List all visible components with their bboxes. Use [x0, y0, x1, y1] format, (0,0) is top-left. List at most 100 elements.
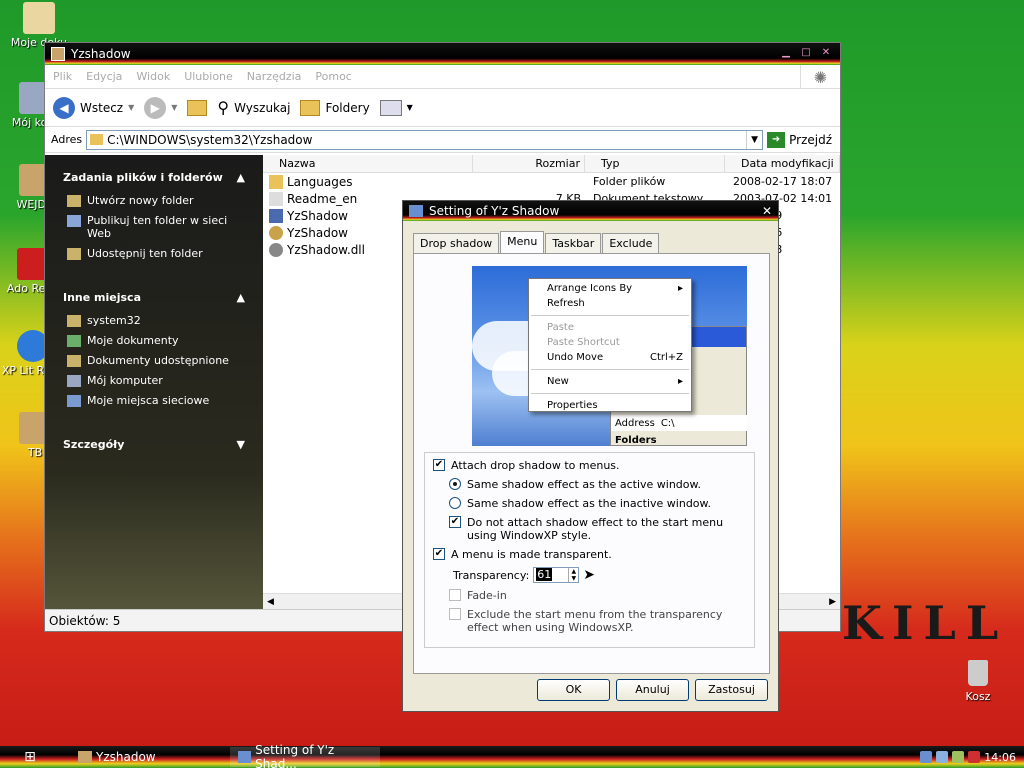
folders-button[interactable]: Foldery: [300, 99, 370, 116]
menu-view[interactable]: Widok: [136, 70, 170, 83]
places-section-header[interactable]: Inne miejsca ▲: [63, 291, 245, 304]
tab-menu[interactable]: Menu: [500, 231, 545, 253]
dialog-titlebar[interactable]: Setting of Y'z Shadow ✕: [403, 201, 778, 221]
address-dropdown-button[interactable]: ▼: [746, 130, 762, 149]
minimize-button[interactable]: ▁: [778, 47, 794, 61]
go-button[interactable]: ➜ Przejdź: [767, 131, 840, 148]
scroll-right-icon[interactable]: ▶: [829, 597, 836, 607]
spin-arrows-icon[interactable]: ▲ ▼: [568, 568, 578, 582]
task-share-folder[interactable]: Udostępnij ten folder: [67, 247, 245, 260]
ok-button[interactable]: OK: [537, 679, 610, 701]
file-row[interactable]: Languages Folder plików 2008-02-17 18:07: [263, 173, 840, 190]
address-input[interactable]: C:\WINDOWS\system32\Yzshadow ▼: [86, 129, 764, 150]
menu-file[interactable]: Plik: [53, 70, 72, 83]
tab-exclude[interactable]: Exclude: [602, 233, 660, 255]
preview-address-label: Address: [615, 417, 655, 429]
desktop-icon-recycle-bin[interactable]: Kosz: [958, 660, 998, 703]
dialog-buttons: OK Anuluj Zastosuj: [537, 679, 768, 701]
folders-icon: [300, 99, 321, 116]
collapse-icon[interactable]: ▲: [237, 291, 245, 304]
mouse-cursor-icon: ➤: [583, 567, 596, 583]
tab-drop-shadow[interactable]: Drop shadow: [413, 233, 500, 255]
tab-taskbar[interactable]: Taskbar: [545, 233, 602, 255]
share-folder-icon: [67, 248, 81, 260]
up-folder-button[interactable]: [187, 99, 208, 116]
folder-icon: [78, 751, 92, 763]
close-icon[interactable]: ✕: [762, 204, 772, 218]
place-my-documents[interactable]: Moje dokumenty: [67, 334, 245, 347]
task-new-folder[interactable]: Utwórz nowy folder: [67, 194, 245, 207]
same-active-radio[interactable]: Same shadow effect as the active window.: [449, 478, 746, 491]
tab-strip: Drop shadow Menu Taskbar Exclude: [403, 231, 778, 255]
search-button[interactable]: ⚲ Wyszukaj: [217, 98, 290, 117]
tray-network-icon[interactable]: [936, 751, 949, 763]
place-system32[interactable]: system32: [67, 314, 245, 327]
place-shared-documents[interactable]: Dokumenty udostępnione: [67, 354, 245, 367]
close-button[interactable]: ✕: [818, 47, 834, 61]
text-file-icon: [269, 191, 283, 206]
column-date[interactable]: Data modyfikacji: [725, 155, 840, 172]
no-start-menu-shadow-checkbox[interactable]: ✔ Do not attach shadow effect to the sta…: [449, 516, 746, 542]
checkbox-checked[interactable]: ✔: [449, 516, 461, 528]
radio-unselected[interactable]: [449, 497, 461, 509]
tray-volume-icon[interactable]: [952, 751, 965, 763]
file-type: Folder plików: [593, 175, 666, 188]
column-type[interactable]: Typ: [585, 155, 725, 172]
exclude-start-menu-checkbox[interactable]: Exclude the start menu from the transpar…: [449, 608, 746, 634]
menu-tools[interactable]: Narzędzia: [247, 70, 302, 83]
place-my-computer[interactable]: Mój komputer: [67, 374, 245, 387]
tray-security-icon[interactable]: [968, 751, 981, 763]
collapse-icon[interactable]: ▲: [237, 171, 245, 184]
apply-button[interactable]: Zastosuj: [695, 679, 768, 701]
menu-help[interactable]: Pomoc: [315, 70, 351, 83]
checkbox-checked[interactable]: ✔: [433, 459, 445, 471]
checkbox-unchecked[interactable]: [449, 589, 461, 601]
expand-icon[interactable]: ▼: [237, 438, 245, 451]
explorer-titlebar[interactable]: Yzshadow ▁ □ ✕: [45, 43, 840, 65]
publish-web-icon: [67, 215, 81, 227]
scroll-left-icon[interactable]: ◀: [267, 597, 274, 607]
folder-icon: [269, 174, 283, 189]
file-name: YzShadow.dll: [287, 242, 365, 257]
radio-selected[interactable]: [449, 478, 461, 490]
place-label: Dokumenty udostępnione: [87, 354, 229, 367]
chevron-down-icon: ▼: [128, 103, 135, 112]
menu-edit[interactable]: Edycja: [86, 70, 122, 83]
search-label: Wyszukaj: [234, 100, 291, 115]
place-network[interactable]: Moje miejsca sieciowe: [67, 394, 245, 407]
menu-transparent-checkbox[interactable]: ✔ A menu is made transparent.: [433, 548, 746, 561]
tasks-section-header[interactable]: Zadania plików i folderów ▲: [63, 171, 245, 184]
same-inactive-radio[interactable]: Same shadow effect as the inactive windo…: [449, 497, 746, 510]
tray-app-icon[interactable]: [920, 751, 933, 763]
window-title: Yzshadow: [71, 47, 131, 61]
preview-address-value: C:\: [660, 417, 675, 429]
cancel-button[interactable]: Anuluj: [616, 679, 689, 701]
fade-in-checkbox[interactable]: Fade-in: [449, 589, 746, 602]
checkbox-checked[interactable]: ✔: [433, 548, 445, 560]
transparency-spinbox[interactable]: 61 ▲ ▼: [533, 567, 580, 583]
option-label: Same shadow effect as the active window.: [467, 478, 701, 491]
clock[interactable]: 14:06: [984, 751, 1016, 764]
preview-context-menu: Arrange Icons By ▸ Refresh Paste Paste Sh…: [528, 278, 692, 412]
attach-shadow-checkbox[interactable]: ✔ Attach drop shadow to menus.: [433, 459, 746, 472]
column-name[interactable]: Nazwa: [263, 155, 473, 172]
my-documents-icon: [23, 2, 55, 34]
folder-icon: [90, 133, 104, 145]
maximize-button[interactable]: □: [798, 47, 814, 61]
checkbox-unchecked[interactable]: [449, 608, 461, 620]
views-button[interactable]: ▼: [379, 99, 413, 116]
option-label: Do not attach shadow effect to the start…: [467, 516, 724, 542]
start-button[interactable]: ⊞: [0, 746, 60, 768]
menu-favorites[interactable]: Ulubione: [184, 70, 233, 83]
taskbar-item-settings[interactable]: Setting of Y'z Shad...: [230, 743, 380, 768]
details-section-header[interactable]: Szczegóły ▼: [63, 438, 245, 451]
task-publish-web[interactable]: Publikuj ten folder w sieci Web: [67, 214, 245, 240]
back-arrow-icon: ◀: [53, 96, 75, 119]
back-button[interactable]: ◀ Wstecz ▼: [53, 96, 135, 119]
go-label: Przejdź: [789, 132, 832, 147]
column-size[interactable]: Rozmiar: [473, 155, 585, 172]
taskbar-item-explorer[interactable]: Yzshadow: [70, 747, 220, 767]
file-date: 2008-02-17 18:07: [733, 175, 833, 188]
windows-logo-icon: ⊞: [24, 749, 36, 765]
forward-button[interactable]: ▶ ▼: [144, 96, 177, 119]
